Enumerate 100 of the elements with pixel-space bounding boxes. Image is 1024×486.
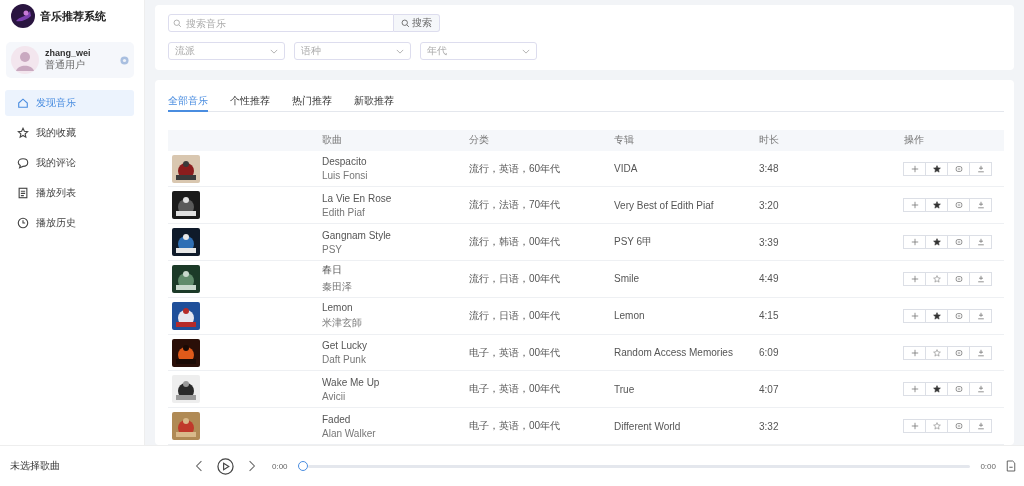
comment-icon	[954, 238, 963, 247]
song-title: Despacito	[322, 156, 368, 167]
previous-icon[interactable]	[195, 460, 203, 472]
download-icon	[976, 422, 985, 431]
download-icon	[976, 311, 985, 320]
download-button[interactable]	[969, 382, 992, 397]
chevron-down-icon	[270, 48, 278, 54]
next-icon[interactable]	[248, 460, 256, 472]
column-header: 专辑	[614, 133, 635, 148]
column-header: 时长	[759, 133, 780, 148]
artist-name: Luis Fonsi	[322, 170, 369, 181]
comment-icon	[954, 385, 963, 394]
list-icon	[17, 187, 29, 199]
table-cell-text: 流行，韩语，00年代	[469, 235, 562, 250]
column-header: 分类	[469, 133, 490, 148]
elapsed-time: 0:00	[272, 461, 288, 471]
add-button[interactable]	[903, 419, 926, 434]
favorite-button[interactable]	[925, 308, 948, 323]
progress-handle[interactable]	[297, 461, 308, 471]
settings-icon[interactable]	[120, 55, 129, 65]
comment-icon	[17, 157, 29, 169]
table-cell-text: 电子，英语，00年代	[469, 419, 562, 434]
artist-name: Edith Piaf	[322, 206, 366, 218]
star-icon	[17, 127, 29, 139]
comment-icon	[954, 201, 963, 210]
table-cell-text: 6:09	[759, 347, 780, 358]
track-name: 未选择歌曲	[10, 459, 61, 473]
star-icon	[932, 348, 941, 357]
favorite-button[interactable]	[925, 235, 948, 250]
search-button[interactable]: 搜索	[394, 14, 440, 32]
download-button[interactable]	[969, 198, 992, 213]
artist-name: 米津玄師	[322, 315, 363, 330]
table-cell-text: 电子，英语，00年代	[469, 382, 562, 397]
tab[interactable]: 全部音乐	[168, 93, 208, 112]
nav-item[interactable]: 我的收藏	[5, 120, 134, 146]
download-icon	[976, 385, 985, 394]
add-button[interactable]	[903, 271, 926, 286]
clock-icon	[17, 217, 29, 229]
download-button[interactable]	[969, 235, 992, 250]
download-button[interactable]	[969, 271, 992, 286]
search-field[interactable]: 搜索音乐	[168, 14, 394, 32]
comment-button[interactable]	[947, 345, 970, 360]
download-button[interactable]	[969, 308, 992, 323]
favorite-button[interactable]	[925, 161, 948, 176]
playlist-icon[interactable]	[1006, 460, 1016, 472]
song-title: Faded	[322, 413, 352, 425]
table-cell-text: 流行，法语，70年代	[469, 198, 562, 213]
comment-button[interactable]	[947, 419, 970, 434]
nav-item[interactable]: 播放列表	[5, 180, 134, 206]
table-cell-text: 4:49	[759, 273, 780, 285]
table-cell-text: True	[614, 383, 636, 395]
favorite-button[interactable]	[925, 382, 948, 397]
column-header: 操作	[904, 133, 925, 148]
app-title: 音乐推荐系统	[40, 8, 106, 24]
comment-button[interactable]	[947, 271, 970, 286]
comment-icon	[954, 164, 963, 173]
song-title: Get Lucky	[322, 340, 369, 351]
comment-icon	[954, 348, 963, 357]
favorite-button[interactable]	[925, 198, 948, 213]
download-button[interactable]	[969, 161, 992, 176]
table-cell-text: 4:07	[759, 383, 780, 395]
song-title: Lemon	[322, 301, 354, 313]
table-cell-text: Very Best of Edith Piaf	[614, 199, 715, 211]
filled-star-icon	[932, 238, 941, 247]
table-cell-text: 3:20	[759, 199, 780, 211]
home-icon	[17, 97, 29, 109]
tab[interactable]: 热门推荐	[292, 93, 332, 110]
comment-icon	[954, 274, 963, 283]
download-button[interactable]	[969, 419, 992, 434]
filled-star-icon	[932, 311, 941, 320]
logo-icon	[11, 4, 35, 28]
add-icon	[910, 311, 919, 320]
user-role: 普通用户	[45, 58, 86, 72]
table-cell-text: 流行，日语，00年代	[469, 308, 562, 323]
add-icon	[910, 422, 919, 431]
add-icon	[910, 164, 919, 173]
tab[interactable]: 个性推荐	[230, 93, 270, 110]
filled-star-icon	[932, 385, 941, 394]
comment-icon	[954, 311, 963, 320]
add-button[interactable]	[903, 345, 926, 360]
table-cell-text: 流行，日语，00年代	[469, 271, 562, 286]
table-cell-text: Smile	[614, 273, 640, 285]
add-icon	[910, 348, 919, 357]
play-icon[interactable]	[217, 457, 234, 475]
comment-icon	[954, 422, 963, 431]
song-title: Gangnam Style	[322, 229, 392, 241]
add-icon	[910, 274, 919, 283]
artist-name: 秦田泽	[322, 280, 353, 295]
artist-name: PSY	[322, 243, 343, 255]
nav-item[interactable]: 我的评论	[5, 150, 134, 176]
add-icon	[910, 385, 919, 394]
tab[interactable]: 新歌推荐	[354, 93, 394, 110]
download-icon	[976, 201, 985, 210]
download-icon	[976, 164, 985, 173]
download-button[interactable]	[969, 345, 992, 360]
song-title: 春日	[322, 263, 343, 278]
nav-item[interactable]: 播放历史	[5, 210, 134, 236]
table-cell-text: 电子，英语，00年代	[469, 345, 562, 360]
search-icon	[173, 19, 182, 28]
chevron-down-icon	[522, 48, 530, 54]
